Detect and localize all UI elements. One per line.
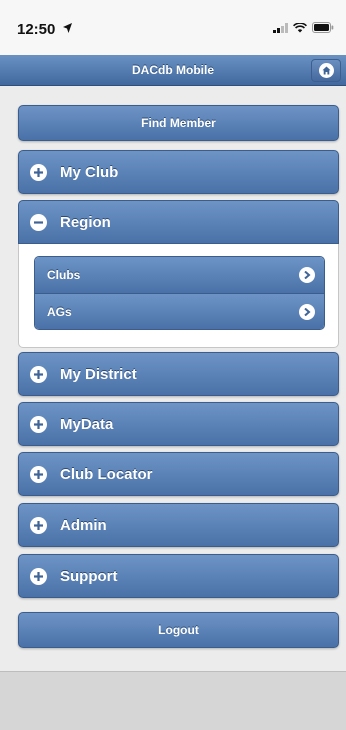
find-member-label: Find Member <box>141 116 216 130</box>
status-time: 12:50 <box>17 21 56 38</box>
home-button[interactable] <box>311 59 341 82</box>
plus-icon <box>30 365 47 383</box>
my-district-label: My District <box>60 365 137 383</box>
ags-label: AGs <box>47 304 72 319</box>
status-indicators <box>273 22 334 33</box>
location-arrow-icon <box>63 23 72 33</box>
home-icon <box>318 63 334 78</box>
find-member-button[interactable]: Find Member <box>18 105 339 141</box>
region-collapsible: Region Clubs AGs <box>18 200 339 348</box>
plus-icon <box>30 567 47 585</box>
chevron-right-icon <box>299 267 315 283</box>
battery-icon <box>312 22 334 33</box>
menu-content: Find Member My Club Region Clubs AGs My … <box>0 86 346 671</box>
admin-collapsible[interactable]: Admin <box>18 503 339 547</box>
bottom-bar <box>0 671 346 730</box>
plus-icon <box>30 516 47 534</box>
logout-button[interactable]: Logout <box>18 612 339 648</box>
logout-label: Logout <box>158 623 199 637</box>
clubs-label: Clubs <box>47 268 81 282</box>
plus-icon <box>30 415 47 433</box>
app-header: DACdb Mobile <box>0 55 346 86</box>
chevron-right-icon <box>299 304 315 320</box>
plus-icon <box>30 465 47 483</box>
admin-label: Admin <box>60 516 107 534</box>
club-locator-collapsible[interactable]: Club Locator <box>18 452 339 496</box>
mydata-label: MyData <box>60 415 114 433</box>
signal-icon <box>273 22 288 33</box>
plus-icon <box>30 163 47 181</box>
page-title: DACdb Mobile <box>132 63 214 77</box>
region-header[interactable]: Region <box>18 200 339 244</box>
wifi-icon <box>293 22 307 32</box>
minus-icon <box>30 213 47 231</box>
support-collapsible[interactable]: Support <box>18 554 339 598</box>
region-label: Region <box>60 213 111 231</box>
my-district-collapsible[interactable]: My District <box>18 352 339 396</box>
my-club-label: My Club <box>60 163 119 181</box>
my-club-collapsible[interactable]: My Club <box>18 150 339 194</box>
support-label: Support <box>60 567 118 585</box>
status-bar: 12:50 <box>0 0 346 55</box>
club-locator-label: Club Locator <box>60 465 153 483</box>
region-sublist: Clubs AGs <box>34 256 325 330</box>
list-item-ags[interactable]: AGs <box>35 293 324 329</box>
mydata-collapsible[interactable]: MyData <box>18 402 339 446</box>
list-item-clubs[interactable]: Clubs <box>35 257 324 293</box>
